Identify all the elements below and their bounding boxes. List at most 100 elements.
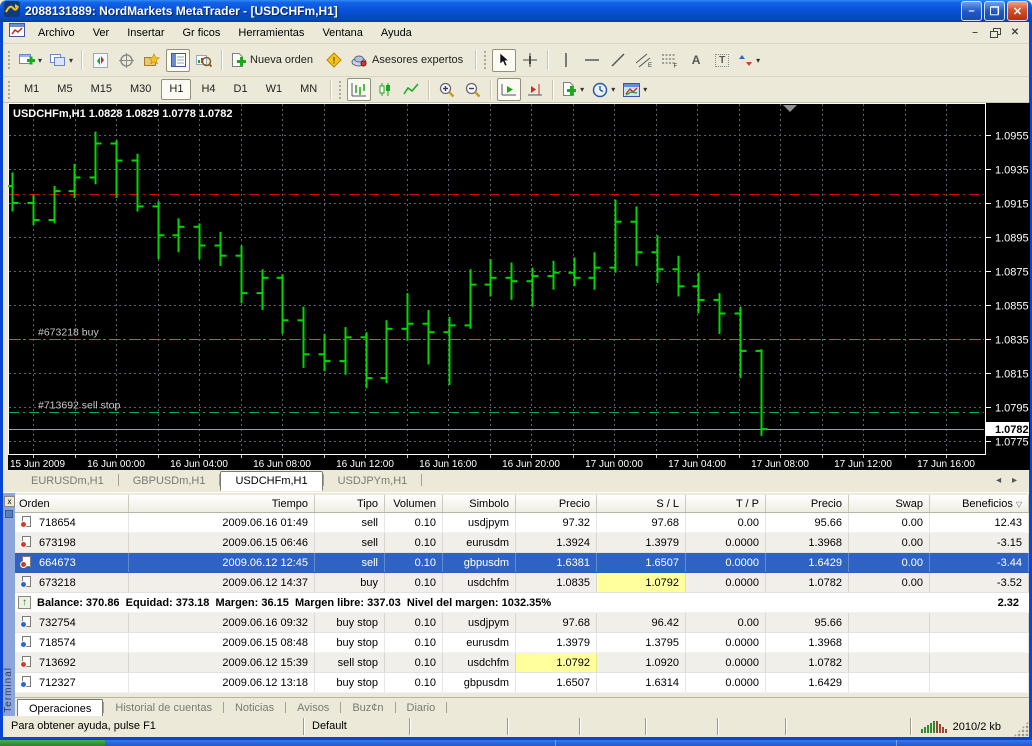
new-order-icon: [231, 53, 246, 68]
toolbar-grip[interactable]: [7, 50, 11, 70]
order-row[interactable]: 6646732009.06.12 12:45sell0.10gbpusdm1.6…: [15, 553, 1029, 573]
toolbar-grip[interactable]: [338, 80, 342, 100]
order-row[interactable]: 6731982009.06.15 06:46sell0.10eurusdm1.3…: [15, 533, 1029, 553]
channel-tool-button[interactable]: E: [632, 49, 656, 72]
indicators-button[interactable]: ▾: [559, 78, 587, 101]
timeframe-m30[interactable]: M30: [122, 79, 159, 100]
chart-tab-usdjpym-h1[interactable]: USDJPYm,H1: [324, 472, 422, 491]
timeframe-m1[interactable]: M1: [16, 79, 47, 100]
chart-tab-usdchfm-h1[interactable]: USDCHFm,H1: [220, 471, 322, 491]
timeframe-d1[interactable]: D1: [226, 79, 256, 100]
text-tool-button[interactable]: A: [684, 49, 708, 72]
navigator-button[interactable]: [140, 49, 164, 72]
warning-diamond-button[interactable]: !: [322, 49, 346, 72]
svg-text:16 Jun 12:00: 16 Jun 12:00: [336, 459, 394, 470]
asesores-expertos-button[interactable]: Asesores expertos: [348, 49, 470, 72]
column-header-simbolo[interactable]: Simbolo: [443, 495, 516, 512]
order-row[interactable]: 7123272009.06.12 13:18buy stop0.10gbpusd…: [15, 673, 1029, 693]
svg-text:F: F: [674, 63, 678, 68]
timeframe-m15[interactable]: M15: [83, 79, 120, 100]
cursor-tool-button[interactable]: [492, 49, 516, 72]
column-header-t-p[interactable]: T / P: [686, 495, 766, 512]
terminal-tab-noticias[interactable]: Noticias: [224, 699, 285, 717]
timeframe-h4[interactable]: H4: [193, 79, 223, 100]
horizontal-line-tool-button[interactable]: [580, 49, 604, 72]
line-chart-button[interactable]: [399, 78, 423, 101]
column-header-swap[interactable]: Swap: [849, 495, 930, 512]
menu-ventana[interactable]: Ventana: [313, 22, 371, 44]
timeframe-h1[interactable]: H1: [161, 79, 191, 100]
menu-insertar[interactable]: Insertar: [118, 22, 173, 44]
data-window-button[interactable]: [114, 49, 138, 72]
mdi-minimize-icon[interactable]: –: [967, 26, 983, 40]
column-header-tipo[interactable]: Tipo: [315, 495, 385, 512]
chart-shift-button[interactable]: [523, 78, 547, 101]
maximize-button[interactable]: ❐: [984, 1, 1005, 21]
column-header-precio[interactable]: Precio: [766, 495, 849, 512]
menu-archivo[interactable]: Archivo: [29, 22, 84, 44]
trendline-tool-button[interactable]: [606, 49, 630, 72]
timeframe-w1[interactable]: W1: [258, 79, 291, 100]
terminal-tab-diario[interactable]: Diario: [396, 699, 447, 717]
sell-order-icon: [22, 516, 31, 527]
column-header-volumen[interactable]: Volumen: [385, 495, 443, 512]
arrows-tool-button[interactable]: ▾: [736, 49, 763, 72]
column-header-precio[interactable]: Precio: [516, 495, 597, 512]
terminal-tab-operaciones[interactable]: Operaciones: [17, 699, 103, 717]
column-header-tiempo[interactable]: Tiempo: [129, 495, 315, 512]
price-chart[interactable]: 1.09551.09351.09151.08951.08751.08551.08…: [8, 103, 1030, 470]
zoom-in-button[interactable]: [435, 78, 459, 101]
tab-scroll-arrows[interactable]: ◂ ▸: [996, 475, 1021, 486]
chart-tab-gbpusdm-h1[interactable]: GBPUSDm,H1: [119, 472, 220, 491]
bar-chart-button[interactable]: [347, 78, 371, 101]
menu-herramientas[interactable]: Herramientas: [229, 22, 313, 44]
order-row[interactable]: 7136922009.06.12 15:39sell stop0.10usdch…: [15, 653, 1029, 673]
minimize-button[interactable]: –: [961, 1, 982, 21]
templates-button[interactable]: ▾: [620, 78, 650, 101]
market-watch-button[interactable]: [88, 49, 112, 72]
svg-text:1.0935: 1.0935: [995, 165, 1029, 177]
column-header-orden[interactable]: Orden: [15, 495, 129, 512]
timeframe-mn[interactable]: MN: [292, 79, 325, 100]
timeframe-m5[interactable]: M5: [49, 79, 80, 100]
fibonacci-tool-button[interactable]: F: [658, 49, 682, 72]
candlestick-chart-button[interactable]: [373, 78, 397, 101]
toolbar-grip[interactable]: [7, 80, 11, 100]
terminal-tab-historial-de-cuentas[interactable]: Historial de cuentas: [104, 699, 223, 717]
zoom-out-button[interactable]: [461, 78, 485, 101]
svg-text:17 Jun 00:00: 17 Jun 00:00: [585, 459, 643, 470]
menu-ayuda[interactable]: Ayuda: [372, 22, 421, 44]
order-row[interactable]: 7186542009.06.16 01:49sell0.10usdjpym97.…: [15, 513, 1029, 533]
chart-tab-eurusdm-h1[interactable]: EURUSDm,H1: [17, 472, 118, 491]
nueva-orden-button[interactable]: Nueva orden: [228, 49, 320, 72]
column-header-beneficios[interactable]: Beneficios▽: [930, 495, 1029, 512]
terminal-tab-buz-n[interactable]: Buz¢n: [341, 699, 394, 717]
order-row[interactable]: 7327542009.06.16 09:32buy stop0.10usdjpy…: [15, 613, 1029, 633]
tester-magnifier-icon: [196, 53, 212, 68]
terminal-tab-avisos[interactable]: Avisos: [286, 699, 340, 717]
text-label-tool-button[interactable]: T: [710, 49, 734, 72]
order-row[interactable]: 7185742009.06.15 08:48buy stop0.10eurusd…: [15, 633, 1029, 653]
sort-icon: ▽: [1016, 500, 1022, 509]
terminal-close-icon[interactable]: x: [4, 496, 15, 507]
periods-button[interactable]: ▾: [589, 78, 618, 101]
column-header-s-l[interactable]: S / L: [597, 495, 686, 512]
status-profile[interactable]: Default: [303, 718, 409, 735]
terminal-button[interactable]: [166, 49, 190, 72]
mdi-restore-icon[interactable]: [987, 26, 1003, 40]
menu-ver[interactable]: Ver: [84, 22, 119, 44]
toolbar-grip[interactable]: [483, 50, 487, 70]
profiles-button[interactable]: ▾: [47, 49, 76, 72]
close-button[interactable]: ✕: [1007, 1, 1028, 21]
vertical-line-icon: [560, 53, 572, 67]
order-row[interactable]: 6732182009.06.12 14:37buy0.10usdchfm1.08…: [15, 573, 1029, 593]
menu-gr-ficos[interactable]: Gr ficos: [174, 22, 230, 44]
strategy-tester-button[interactable]: [192, 49, 216, 72]
new-chart-button[interactable]: ▾: [16, 49, 45, 72]
mdi-close-icon[interactable]: ✕: [1007, 26, 1023, 40]
vertical-line-tool-button[interactable]: [554, 49, 578, 72]
resize-grip-icon[interactable]: [1013, 721, 1029, 737]
start-button-fragment[interactable]: [0, 740, 105, 746]
auto-scroll-button[interactable]: [497, 78, 521, 101]
crosshair-tool-button[interactable]: [518, 49, 542, 72]
